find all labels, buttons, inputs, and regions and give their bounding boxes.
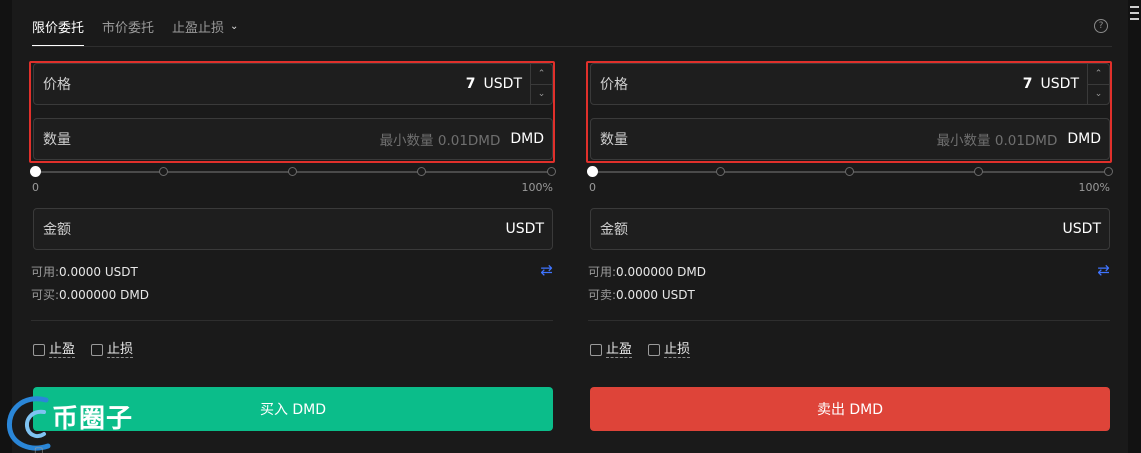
price-label: 价格 xyxy=(600,77,628,93)
slider-tick-100[interactable] xyxy=(547,167,556,176)
buy-amount-field[interactable]: 金额 USDT xyxy=(33,208,553,250)
sellable-amount: 可卖:0.0000 USDT xyxy=(588,288,695,302)
slider-tick-25[interactable] xyxy=(159,167,168,176)
slider-max-label: 100% xyxy=(1078,181,1110,194)
sell-quantity-field[interactable]: 数量 最小数量 0.01DMD DMD xyxy=(590,118,1110,160)
slider-max-label: 100% xyxy=(521,181,553,194)
buy-price-field[interactable]: 价格 7 USDT ⌃ ⌄ xyxy=(33,63,553,105)
available-balance: 可用:0.0000 USDT xyxy=(31,265,138,279)
price-unit: USDT xyxy=(483,76,522,92)
watermark-logo: 币圈子 xyxy=(4,392,154,453)
amount-label: 金额 xyxy=(43,222,71,238)
buy-quantity-field[interactable]: 数量 最小数量 0.01DMD DMD xyxy=(33,118,553,160)
sell-column: 价格 7 USDT ⌃ ⌄ 数量 最小数量 0.01DMD DMD 0 100%… xyxy=(586,0,1113,453)
take-profit-checkbox[interactable]: 止盈 xyxy=(590,342,633,358)
price-value: 7 xyxy=(1022,76,1033,92)
tp-sl-options: 止盈 止损 xyxy=(590,342,706,358)
side-strip xyxy=(1128,0,1141,453)
chevron-down-icon[interactable]: ⌄ xyxy=(531,85,552,105)
price-stepper[interactable]: ⌃ ⌄ xyxy=(530,64,552,104)
transfer-icon[interactable]: ⇄ xyxy=(540,261,553,279)
sell-amount-field[interactable]: 金额 USDT xyxy=(590,208,1110,250)
slider-tick-25[interactable] xyxy=(716,167,725,176)
amount-unit: USDT xyxy=(1062,221,1101,237)
chevron-up-icon[interactable]: ⌃ xyxy=(1088,64,1109,85)
buy-column: 价格 7 USDT ⌃ ⌄ 数量 最小数量 0.01DMD DMD 0 100%… xyxy=(29,0,556,453)
slider-min-label: 0 xyxy=(589,181,596,194)
quantity-placeholder: 最小数量 0.01DMD xyxy=(379,133,501,149)
price-stepper[interactable]: ⌃ ⌄ xyxy=(1087,64,1109,104)
sell-percent-slider[interactable] xyxy=(587,166,1113,177)
tp-sl-options: 止盈 止损 xyxy=(33,342,149,358)
divider xyxy=(31,320,553,321)
stop-loss-checkbox[interactable]: 止损 xyxy=(648,342,691,358)
slider-tick-50[interactable] xyxy=(288,167,297,176)
price-value: 7 xyxy=(465,76,476,92)
sell-price-field[interactable]: 价格 7 USDT ⌃ ⌄ xyxy=(590,63,1110,105)
slider-handle[interactable] xyxy=(587,166,598,177)
price-label: 价格 xyxy=(43,77,71,93)
buyable-amount: 可买:0.000000 DMD xyxy=(31,288,149,302)
quantity-unit: DMD xyxy=(510,131,544,147)
quantity-label: 数量 xyxy=(43,132,71,148)
slider-min-label: 0 xyxy=(32,181,39,194)
transfer-icon[interactable]: ⇄ xyxy=(1097,261,1110,279)
slider-tick-75[interactable] xyxy=(417,167,426,176)
take-profit-checkbox[interactable]: 止盈 xyxy=(33,342,76,358)
stop-loss-checkbox[interactable]: 止损 xyxy=(91,342,134,358)
slider-tick-75[interactable] xyxy=(974,167,983,176)
slider-tick-100[interactable] xyxy=(1104,167,1113,176)
buy-percent-slider[interactable] xyxy=(30,166,556,177)
amount-label: 金额 xyxy=(600,222,628,238)
quantity-unit: DMD xyxy=(1067,131,1101,147)
watermark-text: 币圈子 xyxy=(52,404,134,434)
chevron-down-icon[interactable]: ⌄ xyxy=(1088,85,1109,105)
bottom-option[interactable]: ▢ xyxy=(34,446,43,453)
available-balance: 可用:0.000000 DMD xyxy=(588,265,706,279)
slider-tick-50[interactable] xyxy=(845,167,854,176)
sell-button[interactable]: 卖出 DMD xyxy=(590,387,1110,431)
quantity-placeholder: 最小数量 0.01DMD xyxy=(936,133,1058,149)
quantity-label: 数量 xyxy=(600,132,628,148)
slider-handle[interactable] xyxy=(30,166,41,177)
amount-unit: USDT xyxy=(505,221,544,237)
divider xyxy=(588,320,1110,321)
menu-icon[interactable] xyxy=(1130,6,1139,24)
chevron-up-icon[interactable]: ⌃ xyxy=(531,64,552,85)
price-unit: USDT xyxy=(1040,76,1079,92)
